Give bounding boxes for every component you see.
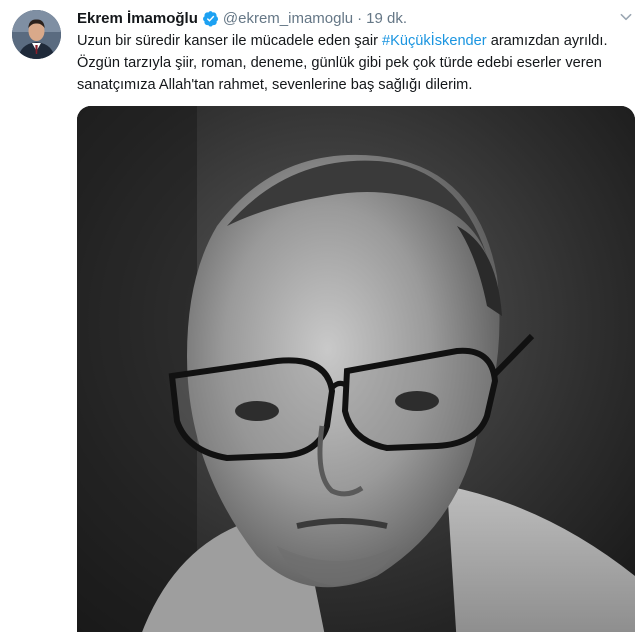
tweet-text-line-3: sanatçımıza Allah'tan rahmet, sevenlerin… — [77, 77, 473, 93]
tweet-text-line-2: Özgün tarzıyla şiir, roman, deneme, günl… — [77, 55, 602, 71]
portrait-photo — [77, 106, 635, 632]
tweet-photo[interactable] — [77, 106, 635, 632]
tweet-text-part: aramızdan ayrıldı. — [486, 33, 608, 49]
hashtag-link[interactable]: #Küçükİskender — [382, 33, 487, 49]
timestamp[interactable]: 19 dk. — [366, 10, 407, 27]
tweet-text-line-1: Uzun bir süredir kanser ile mücadele ede… — [77, 30, 633, 52]
tweet-text-part: Uzun bir süredir kanser ile mücadele ede… — [77, 33, 382, 49]
tweet[interactable]: Ekrem İmamoğlu @ekrem_imamoglu · 19 dk. … — [0, 0, 643, 632]
tweet-text: Uzun bir süredir kanser ile mücadele ede… — [77, 30, 633, 96]
display-name[interactable]: Ekrem İmamoğlu — [77, 10, 198, 27]
verified-badge-icon — [202, 10, 219, 27]
avatar-portrait — [12, 10, 61, 59]
avatar[interactable] — [12, 10, 61, 59]
separator: · — [357, 9, 363, 27]
tweet-header: Ekrem İmamoğlu @ekrem_imamoglu · 19 dk. — [77, 8, 613, 28]
handle[interactable]: @ekrem_imamoglu — [223, 10, 353, 27]
chevron-down-icon[interactable] — [619, 10, 633, 24]
